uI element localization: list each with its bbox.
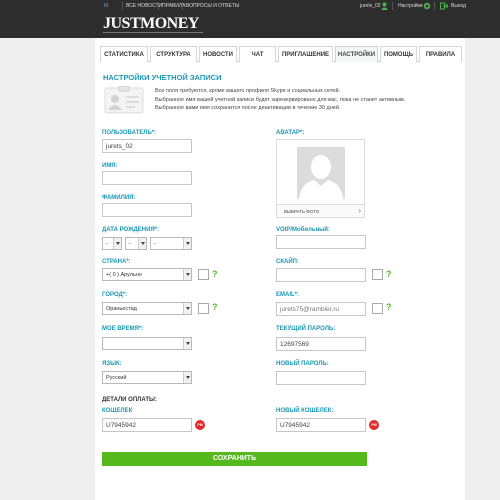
tab-structure[interactable]: СТРУКТУРА <box>150 46 197 62</box>
topbar-logo-mark: III <box>104 3 109 9</box>
first-name-field[interactable] <box>102 171 192 185</box>
info-text-line: Все поля требуются, кроме вашего профиля… <box>155 88 341 94</box>
section-title: НАСТРОЙКИ УЧЕТНОЙ ЗАПИСИ <box>103 73 222 82</box>
avatar-label: АВАТАР*: <box>276 130 305 136</box>
current-password-field[interactable]: 12697569 <box>276 337 366 351</box>
logout-icon[interactable] <box>440 2 448 10</box>
chevron-down-icon <box>183 372 191 383</box>
username-field[interactable]: jurets_02 <box>102 139 192 153</box>
timezone-label: МОЕ ВРЕМЯ*: <box>102 326 144 332</box>
tab-chat[interactable]: ЧАТ <box>239 46 276 62</box>
skype-label: СКАЙП: <box>276 259 299 265</box>
email-field[interactable]: jurets75@rambler.ru <box>276 302 366 316</box>
avatar-upload[interactable]: ВЫБРАТЬ ФОТО › <box>276 139 365 218</box>
chevron-down-icon <box>183 238 191 249</box>
user-icon <box>381 2 388 10</box>
choose-photo-label: ВЫБРАТЬ ФОТО <box>284 209 320 214</box>
chevron-down-icon <box>138 238 146 249</box>
city-help-icon[interactable]: ? <box>212 302 218 312</box>
username-label: ПОЛЬЗОВАТЕЛЬ*: <box>102 130 157 136</box>
language-value: Русский <box>106 375 127 381</box>
info-text-line: Выбранное вами имя сохранится после деак… <box>155 105 341 111</box>
city-select[interactable]: Ораньестад <box>102 302 192 315</box>
chevron-down-icon <box>183 303 191 314</box>
chevron-down-icon <box>183 269 191 280</box>
birth-year-value: - <box>154 241 156 247</box>
city-label: ГОРОД*: <box>102 292 128 298</box>
topbar-link-faq[interactable]: ВОПРОСЫ И ОТВЕТЫ <box>186 3 239 9</box>
country-value: +( 0 ) Арульно <box>106 272 142 278</box>
brand-logo[interactable]: JUSTMONEY <box>103 15 199 33</box>
payment-title: ДЕТАЛИ ОПЛАТЫ: <box>102 397 157 403</box>
chevron-right-icon: › <box>358 206 361 215</box>
wallet-label: КОШЕЛЕК <box>102 408 133 414</box>
gear-icon[interactable] <box>423 2 431 10</box>
chevron-down-icon <box>183 338 191 349</box>
topbar-username[interactable]: jurets_02 <box>360 3 381 9</box>
birth-month-value: - <box>129 241 131 247</box>
choose-photo-button[interactable]: ВЫБРАТЬ ФОТО › <box>277 204 364 217</box>
country-label: СТРАНА*: <box>102 259 131 265</box>
separator <box>434 2 435 10</box>
tab-news[interactable]: НОВОСТИ <box>199 46 237 62</box>
skype-help-icon[interactable]: ? <box>386 269 392 279</box>
chevron-down-icon <box>113 238 121 249</box>
perfect-money-icon: PM <box>195 420 205 430</box>
perfect-money-icon: PM <box>369 420 379 430</box>
current-password-label: ТЕКУЩИЙ ПАРОЛЬ: <box>276 326 336 332</box>
new-password-field[interactable] <box>276 371 366 385</box>
avatar-placeholder-icon <box>297 147 345 199</box>
email-help-icon[interactable]: ? <box>386 302 392 312</box>
city-value: Ораньестад <box>106 306 137 312</box>
topbar-settings-link[interactable]: Настройки <box>398 3 423 9</box>
nav-tabs: СТАТИСТИКА СТРУКТУРА НОВОСТИ ЧАТ ПРИГЛАШ… <box>100 46 462 62</box>
logo-tagline-rule <box>103 32 203 35</box>
id-card-icon <box>104 86 144 114</box>
separator <box>182 2 183 10</box>
info-text-line: Выбранное имя вашей учетной записи будет… <box>155 97 406 103</box>
topbar-link-news[interactable]: ВСЕ НОВОСТИ <box>126 3 162 9</box>
timezone-select[interactable] <box>102 337 192 350</box>
voip-field[interactable] <box>276 235 366 249</box>
last-name-field[interactable] <box>102 203 192 217</box>
email-label: EMAIL*: <box>276 292 299 298</box>
language-label: ЯЗЫК: <box>102 361 122 367</box>
email-visibility-checkbox[interactable] <box>372 303 383 314</box>
skype-field[interactable] <box>276 268 366 282</box>
country-select[interactable]: +( 0 ) Арульно <box>102 268 192 281</box>
new-wallet-label: НОВЫЙ КОШЕЛЕК: <box>276 408 334 414</box>
tab-settings[interactable]: НАСТРОЙКИ <box>335 46 378 62</box>
separator <box>392 2 393 10</box>
topbar-logout-link[interactable]: Выход <box>451 3 466 9</box>
last-name-label: ФАМИЛИЯ: <box>102 195 136 201</box>
wallet-field[interactable]: U7945942 <box>102 418 192 432</box>
tab-help[interactable]: ПОМОЩЬ <box>380 46 417 62</box>
skype-visibility-checkbox[interactable] <box>372 269 383 280</box>
birth-year-select[interactable]: - <box>150 237 192 250</box>
new-password-label: НОВЫЙ ПАРОЛЬ: <box>276 361 329 367</box>
tab-statistics[interactable]: СТАТИСТИКА <box>100 46 148 62</box>
voip-label: VOIP/Мобильный: <box>276 227 330 233</box>
tab-rules[interactable]: ПРАВИЛА <box>419 46 462 62</box>
save-button[interactable]: СОХРАНИТЬ <box>102 452 367 466</box>
tab-invite[interactable]: ПРИГЛАШЕНИЕ <box>278 46 333 62</box>
separator <box>122 2 123 10</box>
top-bar: III ВСЕ НОВОСТИ ПРАВИЛА ВОПРОСЫ И ОТВЕТЫ… <box>0 0 500 12</box>
header: JUSTMONEY <box>0 12 500 38</box>
birth-month-select[interactable]: - <box>125 237 147 250</box>
country-visibility-checkbox[interactable] <box>198 269 209 280</box>
new-wallet-field[interactable]: U7945942 <box>276 418 366 432</box>
birth-date-label: ДАТА РОЖДЕНИЯ*: <box>102 227 160 233</box>
language-select[interactable]: Русский <box>102 371 192 384</box>
birth-day-value: - <box>106 241 108 247</box>
country-help-icon[interactable]: ? <box>212 269 218 279</box>
city-visibility-checkbox[interactable] <box>198 303 209 314</box>
birth-day-select[interactable]: - <box>102 237 122 250</box>
separator <box>158 2 159 10</box>
first-name-label: ИМЯ: <box>102 163 118 169</box>
